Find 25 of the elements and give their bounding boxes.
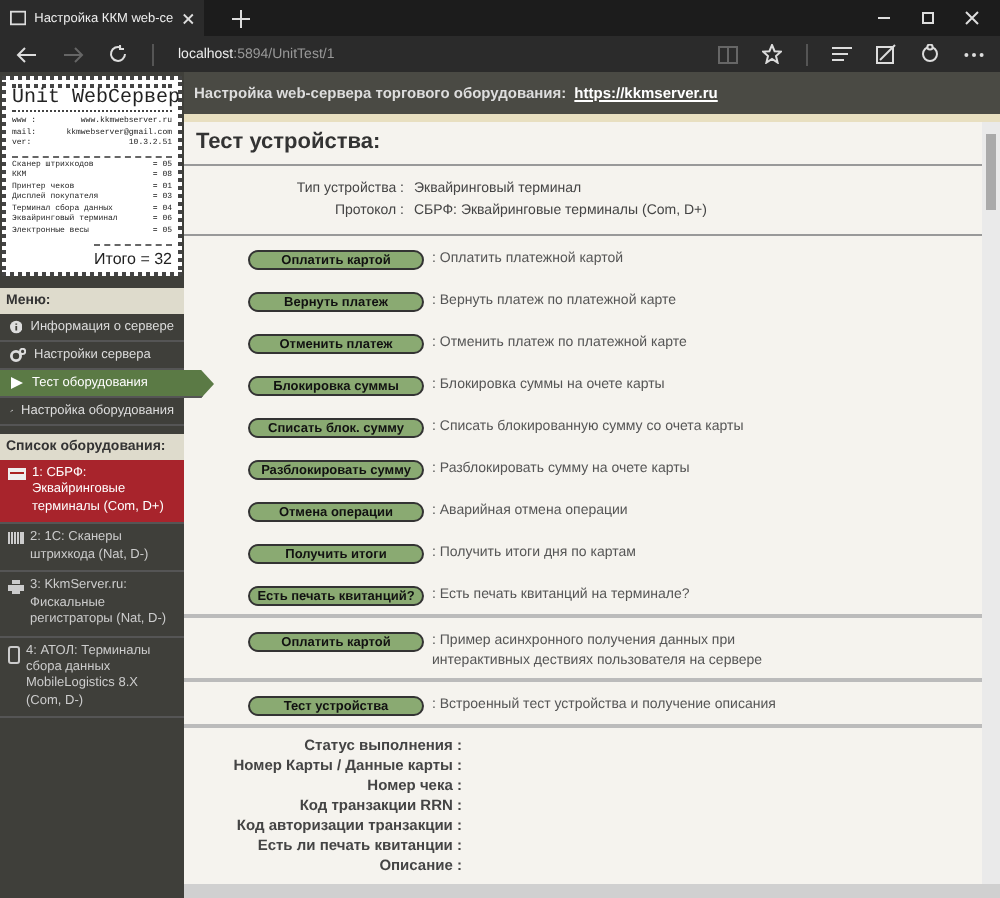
maximize-icon[interactable]	[920, 10, 936, 26]
page-title: Тест устройства:	[184, 122, 982, 166]
receipt-total: Итого = 32	[94, 244, 172, 268]
scrollbar[interactable]	[184, 884, 1000, 898]
more-icon[interactable]	[964, 51, 984, 57]
share-icon[interactable]	[920, 44, 940, 64]
page-icon	[10, 10, 27, 26]
barcode-icon	[8, 532, 24, 545]
scrollbar[interactable]	[982, 122, 1000, 884]
handheld-icon	[8, 645, 20, 663]
hub-icon[interactable]	[832, 46, 852, 62]
reading-view-icon[interactable]	[718, 45, 738, 63]
forward-icon[interactable]	[62, 45, 84, 63]
info-icon	[10, 320, 23, 334]
note-icon[interactable]	[876, 44, 896, 64]
play-icon	[10, 376, 24, 390]
card-icon	[8, 468, 26, 480]
close-icon[interactable]	[964, 10, 980, 26]
star-icon[interactable]	[762, 44, 782, 64]
back-icon[interactable]	[16, 45, 38, 63]
printer-icon	[8, 580, 24, 595]
refresh-icon[interactable]	[108, 44, 128, 64]
settings-icon	[10, 348, 26, 362]
close-icon[interactable]	[181, 11, 194, 25]
new-tab-icon[interactable]	[232, 9, 250, 27]
